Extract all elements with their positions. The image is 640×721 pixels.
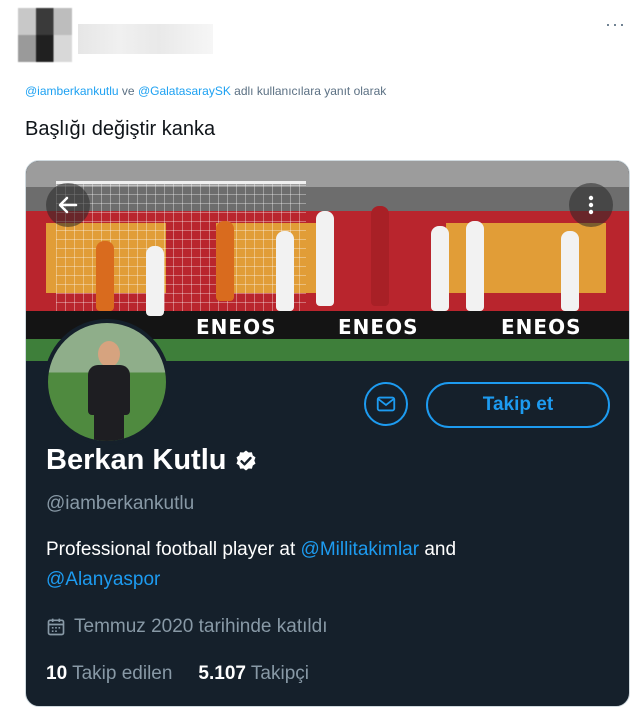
back-button[interactable] (46, 183, 90, 227)
reply-connector: ve (121, 84, 135, 98)
profile-handle: @iamberkankutlu (46, 493, 195, 514)
profile-avatar[interactable] (44, 319, 170, 445)
verified-badge-icon (236, 450, 256, 470)
profile-bio: Professional football player at @Millita… (46, 535, 586, 595)
calendar-icon (47, 618, 65, 636)
profile-card: ENEOS ENEOS ENEOS Takip et Berkan Kutlu … (25, 160, 630, 707)
joined-text: Temmuz 2020 tarihinde katıldı (74, 616, 328, 637)
blurred-author-name (78, 24, 213, 54)
banner-ad-text: ENEOS (196, 315, 277, 339)
profile-name-row: Berkan Kutlu (46, 444, 258, 477)
bio-text: Professional football player at (46, 539, 301, 560)
following-label: Takip edilen (72, 663, 173, 684)
joined-date: Temmuz 2020 tarihinde katıldı (46, 616, 327, 638)
bio-link-millitakimlar[interactable]: @Millitakimlar (301, 539, 420, 560)
reply-suffix: adlı kullanıcılara yanıt olarak (234, 84, 387, 98)
more-vertical-icon (588, 195, 594, 215)
more-options-icon[interactable]: ··· (605, 14, 626, 35)
followers-stat[interactable]: 5.107 Takipçi (198, 663, 309, 685)
message-button[interactable] (364, 382, 408, 426)
reply-mention-galatasaraysk[interactable]: @GalatasaraySK (138, 84, 231, 98)
followers-count: 5.107 (198, 663, 246, 684)
follow-button[interactable]: Takip et (426, 382, 610, 428)
bio-text: and (419, 539, 457, 560)
reply-mention-iamberkankutlu[interactable]: @iamberkankutlu (25, 84, 119, 98)
profile-stats: 10 Takip edilen 5.107 Takipçi (46, 663, 309, 685)
more-menu-button[interactable] (569, 183, 613, 227)
back-arrow-icon (58, 196, 78, 214)
banner-ad-text: ENEOS (501, 315, 582, 339)
tweet-text: Başlığı değiştir kanka (25, 118, 216, 140)
banner-ad-text: ENEOS (338, 315, 419, 339)
replying-to-line: @iamberkankutlu ve @GalatasaraySK adlı k… (25, 84, 386, 98)
followers-label: Takipçi (250, 663, 309, 684)
blurred-author-avatar (18, 8, 72, 62)
following-count: 10 (46, 663, 68, 684)
mail-icon (376, 396, 396, 412)
bio-link-alanyaspor[interactable]: @Alanyaspor (46, 569, 160, 590)
following-stat[interactable]: 10 Takip edilen (46, 663, 172, 685)
profile-name: Berkan Kutlu (46, 444, 227, 476)
